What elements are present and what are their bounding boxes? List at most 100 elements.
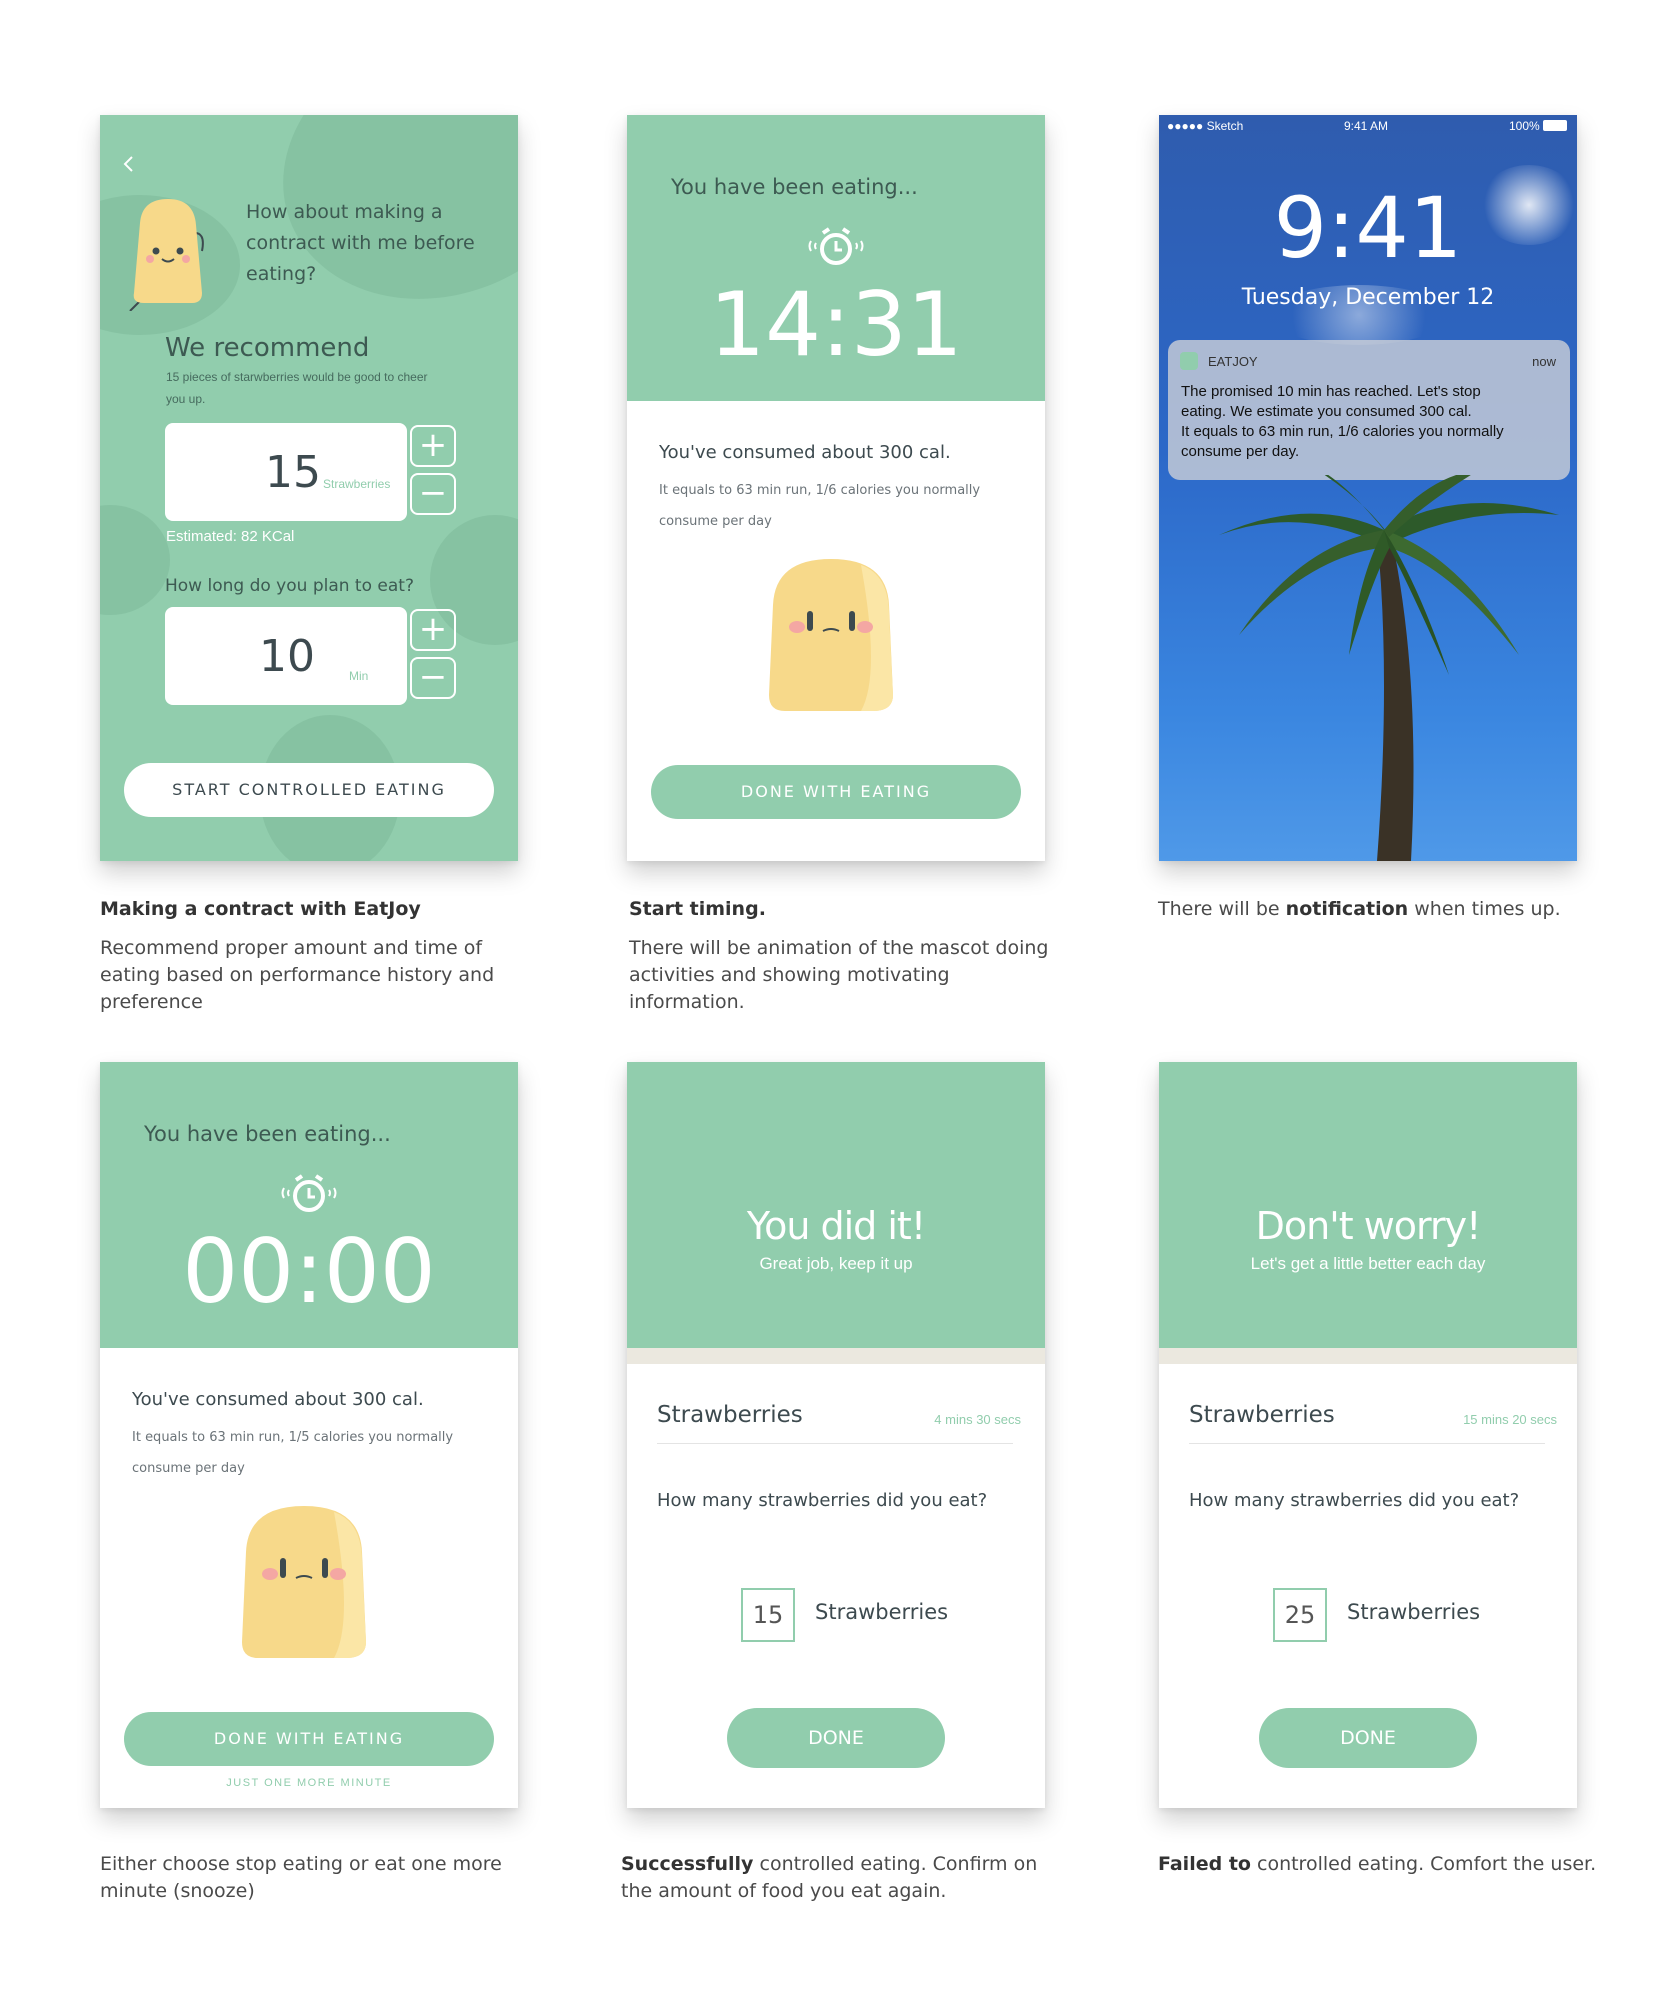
duration-value: 10 [259, 631, 315, 682]
food-name: Strawberries [1189, 1402, 1335, 1428]
result-subtitle: Great job, keep it up [759, 1254, 913, 1273]
amount-unit: Strawberries [323, 477, 391, 491]
divider-strip [1159, 1348, 1577, 1364]
mascot-icon [242, 1506, 366, 1658]
count-input[interactable]: 25 [1273, 1588, 1327, 1642]
app-name: EATJOY [1208, 354, 1258, 369]
count-unit: Strawberries [815, 1600, 949, 1624]
back-button[interactable] [122, 155, 142, 175]
caption-text: when times up. [1408, 898, 1561, 920]
count-question: How many strawberries did you eat? [657, 1490, 988, 1511]
notification[interactable]: EATJOY now The promised 10 min has reach… [1168, 340, 1570, 480]
lock-time: 9:41 [1273, 179, 1463, 277]
caption-contract: Making a contract with EatJoy Recommend … [100, 896, 520, 1016]
timeup-screen: You have been eating... 00:00 You've con… [100, 1062, 518, 1808]
detail-line: consume per day [659, 514, 772, 529]
result-title: You did it! [746, 1204, 926, 1248]
estimated-kcal: Estimated: 82 KCal [166, 528, 295, 545]
duration-unit: Min [349, 669, 369, 683]
caption-line: Successfully controlled eating. Confirm … [621, 1851, 1041, 1878]
caption-bold: Successfully [621, 1853, 754, 1875]
recommend-title: We recommend [165, 333, 370, 363]
done-button[interactable]: DONE [1259, 1708, 1477, 1768]
done-with-eating-button[interactable]: DONE WITH EATING [124, 1712, 494, 1766]
count-input[interactable]: 15 [741, 1588, 795, 1642]
chevron-left-icon [123, 156, 133, 172]
question-line: How about making a [246, 201, 443, 223]
caption-text: There will be [1158, 898, 1286, 920]
food-name: Strawberries [657, 1402, 803, 1428]
amount-value: 15 [265, 447, 321, 498]
mascot-icon [129, 199, 204, 311]
caption-line: minute (snooze) [100, 1880, 255, 1902]
amount-minus-button[interactable]: − [410, 473, 456, 515]
start-controlled-eating-button[interactable]: START CONTROLLED EATING [124, 763, 494, 817]
caption-notification: There will be notification when times up… [1158, 896, 1578, 923]
caption-title: Making a contract with EatJoy [100, 898, 421, 920]
result-subtitle: Let's get a little better each day [1250, 1254, 1486, 1273]
message-line: eating. We estimate you consumed 300 cal… [1181, 403, 1472, 420]
snooze-link[interactable]: JUST ONE MORE MINUTE [100, 1777, 518, 1789]
timer-display: 00:00 [182, 1220, 436, 1323]
caption-line: information. [629, 991, 745, 1013]
separator [657, 1443, 1013, 1444]
separator [1189, 1443, 1545, 1444]
count-question: How many strawberries did you eat? [1189, 1490, 1520, 1511]
caption-bold: notification [1285, 898, 1409, 920]
status-carrier: ●●●●● Sketch [1167, 119, 1244, 133]
battery-label: 100% [1509, 119, 1540, 133]
duration-field[interactable]: 10 Min [165, 607, 407, 705]
recommend-line: 15 pieces of starwberries would be good … [166, 370, 428, 384]
timer-heading: You have been eating... [144, 1122, 391, 1146]
mascot-question: How about making a contract with me befo… [246, 197, 475, 290]
amount-field[interactable]: 15 Strawberries [165, 423, 407, 521]
duration-question: How long do you plan to eat? [165, 576, 414, 596]
consumed-text: You've consumed about 300 cal. [659, 442, 951, 463]
caption-success: Successfully controlled eating. Confirm … [621, 1851, 1041, 1905]
palm-tree [1219, 475, 1559, 861]
message-line: consume per day. [1181, 443, 1300, 460]
alarm-clock-icon [808, 227, 864, 265]
lock-screen: ●●●●● Sketch 9:41 AM 100% 9:41 Tuesday, … [1159, 115, 1577, 861]
divider-strip [627, 1348, 1045, 1364]
done-with-eating-button[interactable]: DONE WITH EATING [651, 765, 1021, 819]
status-battery: 100% [1509, 119, 1568, 133]
timer-heading: You have been eating... [671, 175, 918, 199]
caption-text: controlled eating. Comfort the user. [1250, 1853, 1597, 1875]
amount-plus-button[interactable]: + [410, 425, 456, 467]
eating-duration: 4 mins 30 secs [934, 1412, 1021, 1427]
alarm-clock-icon [281, 1174, 337, 1212]
duration-minus-button[interactable]: − [410, 657, 456, 699]
caption-line: the amount of food you eat again. [621, 1880, 947, 1902]
caption-line: activities and showing motivating [629, 964, 950, 986]
lock-date: Tuesday, December 12 [1241, 285, 1495, 310]
status-clock: 9:41 AM [1344, 119, 1389, 133]
caption-line: preference [100, 991, 203, 1013]
bg-blob [100, 505, 170, 615]
caption-line: There will be animation of the mascot do… [629, 937, 1049, 959]
detail-line: consume per day [132, 1461, 245, 1476]
caption-line: Recommend proper amount and time of [100, 937, 483, 959]
timer-display: 14:31 [709, 273, 963, 376]
detail-line: It equals to 63 min run, 1/5 calories yo… [132, 1430, 454, 1445]
consumed-text: You've consumed about 300 cal. [132, 1389, 424, 1410]
caption-title: Start timing. [629, 898, 766, 920]
contract-screen: How about making a contract with me befo… [100, 115, 518, 861]
result-title: Don't worry! [1255, 1204, 1482, 1248]
app-icon [1180, 352, 1198, 370]
recommend-subtitle: 15 pieces of starwberries would be good … [166, 366, 428, 410]
notification-message: The promised 10 min has reached. Let's s… [1181, 382, 1504, 462]
caption-timing: Start timing. There will be animation of… [629, 896, 1049, 1016]
caption-text: controlled eating. Confirm on [753, 1853, 1038, 1875]
message-line: The promised 10 min has reached. Let's s… [1181, 383, 1481, 400]
eating-duration: 15 mins 20 secs [1463, 1412, 1557, 1427]
duration-plus-button[interactable]: + [410, 609, 456, 651]
fail-screen: Don't worry! Let's get a little better e… [1159, 1062, 1577, 1808]
message-line: It equals to 63 min run, 1/6 calories yo… [1181, 423, 1504, 440]
notification-time: now [1532, 354, 1556, 369]
done-button[interactable]: DONE [727, 1708, 945, 1768]
detail-line: It equals to 63 min run, 1/6 calories yo… [659, 483, 981, 498]
mascot-icon [769, 559, 893, 711]
question-line: contract with me before [246, 232, 475, 254]
caption-snooze: Either choose stop eating or eat one mor… [100, 1851, 520, 1905]
